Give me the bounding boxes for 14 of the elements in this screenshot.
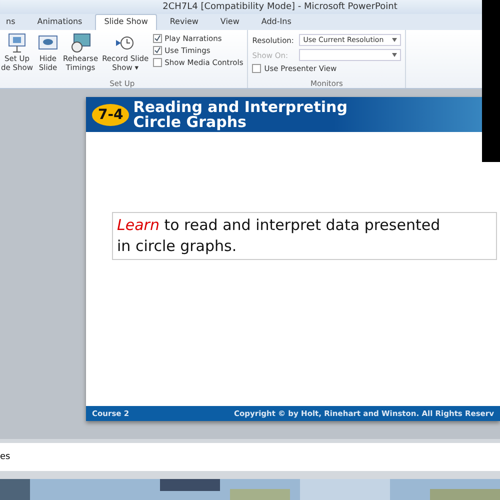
notes-text: es <box>0 452 10 462</box>
slide-title: Reading and Interpreting Circle Graphs <box>133 100 348 130</box>
caret-icon <box>392 53 398 57</box>
projector-icon <box>6 32 28 54</box>
ribbon-tab[interactable]: ns <box>0 14 24 30</box>
notes-pane[interactable]: es <box>0 439 500 479</box>
objective-text: Learn to read and interpret data presented in circle graphs. <box>112 212 497 260</box>
ribbon-tab[interactable]: View <box>211 14 248 30</box>
ribbon-tab[interactable]: Animations <box>28 14 92 30</box>
caret-icon <box>392 38 398 42</box>
lesson-badge: 7-4 <box>92 104 130 126</box>
ribbon-tab[interactable]: Add-Ins <box>252 14 300 30</box>
ribbon-tab[interactable]: Review <box>160 14 208 30</box>
ribbon-tab[interactable]: Slide Show <box>95 14 157 30</box>
